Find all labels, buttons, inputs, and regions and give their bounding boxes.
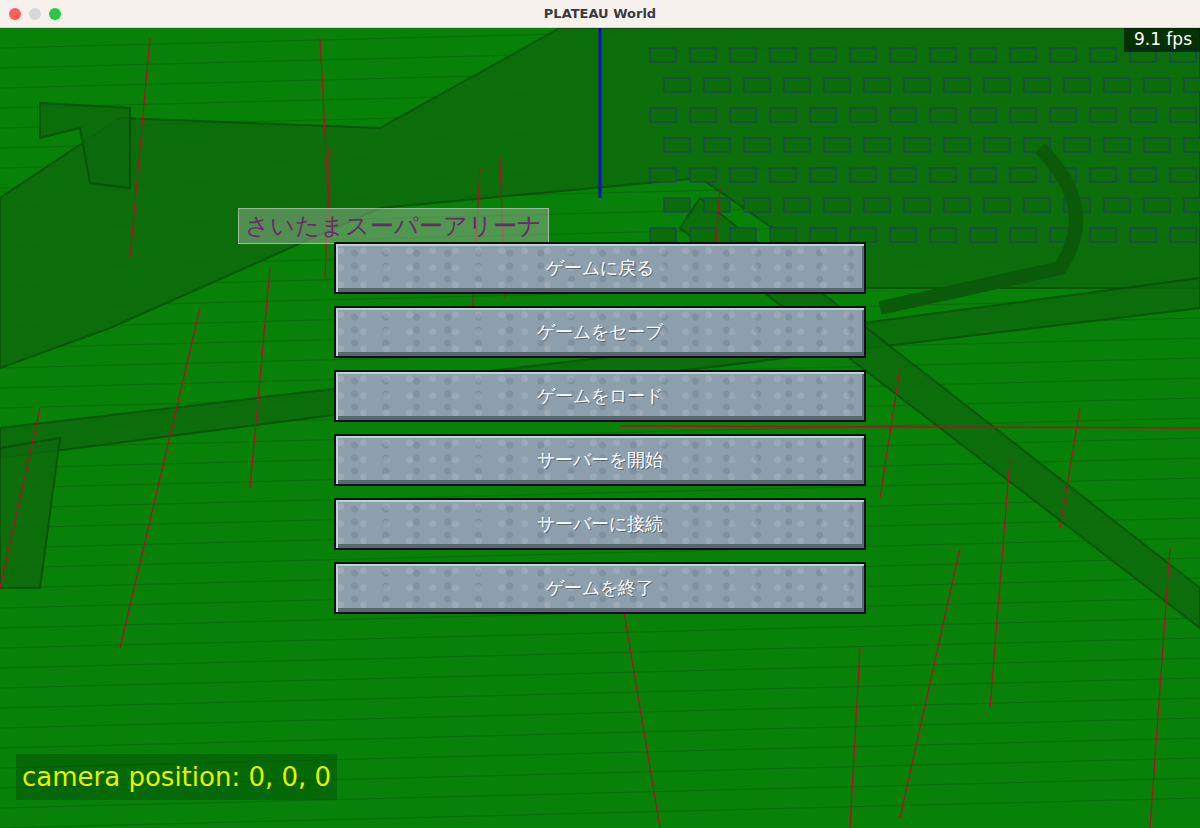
menu-button[interactable]: ゲームに戻る [334, 242, 866, 294]
place-label: さいたまスーパーアリーナ [238, 208, 549, 244]
fps-counter: 9.1 fps [1124, 28, 1200, 52]
window-control-icon[interactable] [9, 8, 21, 20]
title-bar: PLATEAU World [0, 0, 1200, 28]
menu-button[interactable]: サーバーに接続 [334, 498, 866, 550]
window-control-icon[interactable] [29, 8, 41, 20]
menu-button[interactable]: ゲームをセーブ [334, 306, 866, 358]
menu-button[interactable]: サーバーを開始 [334, 434, 866, 486]
window-title: PLATEAU World [544, 6, 656, 21]
pause-menu: ゲームに戻るゲームをセーブゲームをロードサーバーを開始サーバーに接続ゲームを終了 [0, 28, 1200, 828]
city-scene [0, 28, 1200, 828]
menu-button[interactable]: ゲームを終了 [334, 562, 866, 614]
game-viewport[interactable]: さいたまスーパーアリーナ 9.1 fps camera position: 0, 0… [0, 28, 1200, 828]
menu-button[interactable]: ゲームをロード [334, 370, 866, 422]
game-window: PLATEAU World さいたまスーパーアリーナ 9.1 fps camera p… [0, 0, 1200, 828]
camera-position: camera position: 0, 0, 0 [16, 754, 337, 800]
window-control-icon[interactable] [49, 8, 61, 20]
